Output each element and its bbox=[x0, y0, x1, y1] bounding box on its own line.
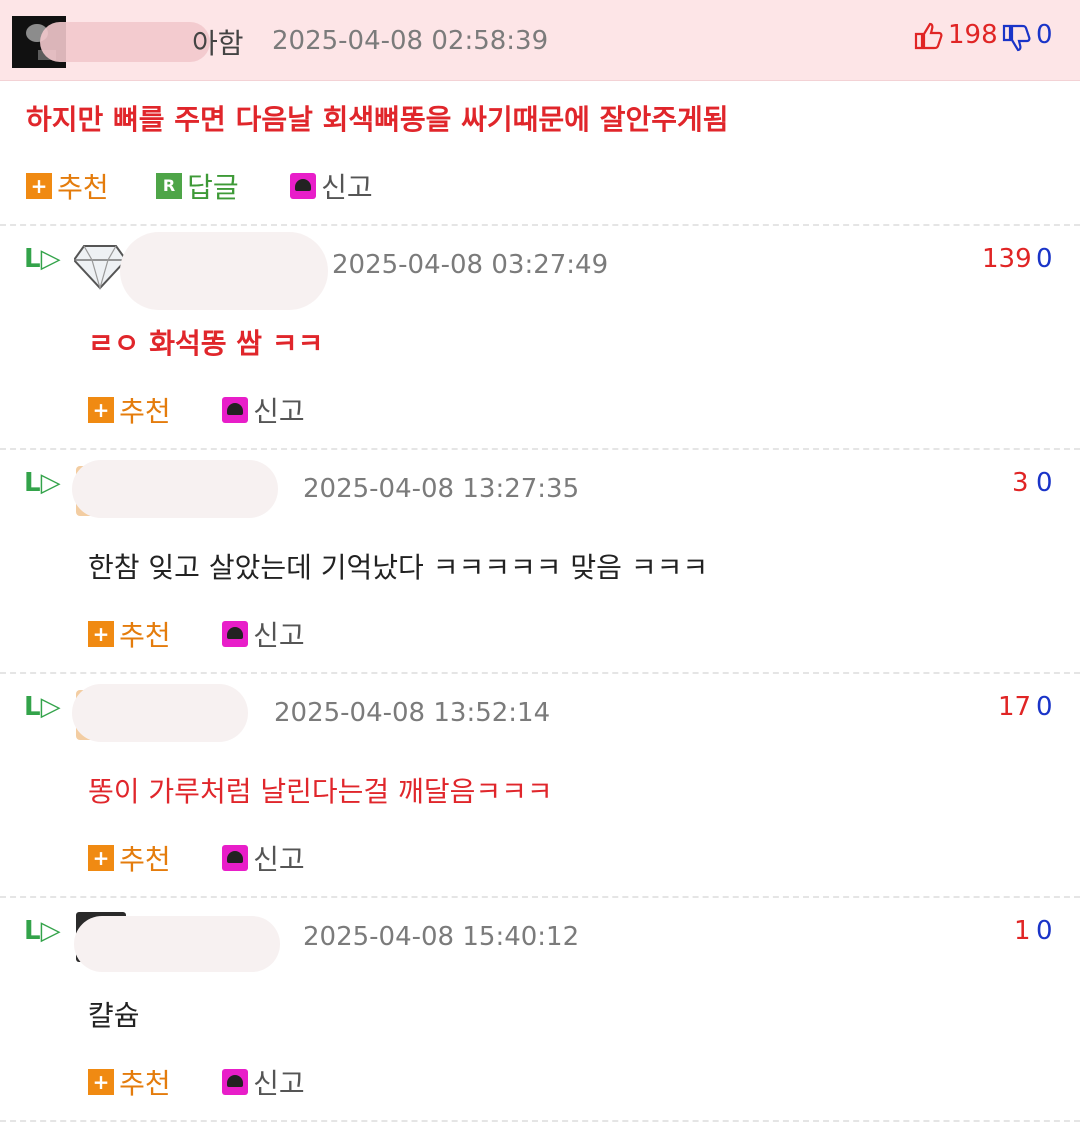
downvote-count: 0 bbox=[1036, 20, 1053, 50]
reply-arrow-icon: L▷ bbox=[24, 692, 61, 722]
plus-icon: + bbox=[26, 173, 52, 199]
reply-arrow-icon: L▷ bbox=[24, 916, 61, 946]
redacted-nickname bbox=[40, 22, 210, 62]
comment-content: 하지만 뼈를 주면 다음날 회색뼈똥을 싸기때문에 잘안주게됨 bbox=[26, 103, 729, 136]
reply-badge-icon: R bbox=[156, 173, 182, 199]
downvote-count: 0 bbox=[1036, 244, 1053, 274]
reply-content: 한참 잊고 살았는데 기억났다 ㅋㅋㅋㅋㅋ 맞음 ㅋㅋㅋ bbox=[88, 551, 709, 584]
redacted-nickname bbox=[74, 916, 280, 972]
timestamp: 2025-04-08 13:52:14 bbox=[274, 698, 551, 728]
upvote-count: 198 bbox=[948, 20, 998, 50]
report-button[interactable]: 신고 bbox=[290, 166, 373, 206]
siren-icon bbox=[222, 845, 248, 871]
plus-icon: + bbox=[88, 1069, 114, 1095]
divider bbox=[0, 672, 1080, 674]
recommend-button[interactable]: + 추천 bbox=[88, 614, 171, 654]
nickname[interactable]: 아함 bbox=[192, 22, 244, 62]
reply-arrow-icon: L▷ bbox=[24, 468, 61, 498]
thumbs-up-icon[interactable] bbox=[912, 20, 944, 56]
upvote-count: 17 bbox=[998, 692, 1032, 722]
siren-icon bbox=[222, 397, 248, 423]
redacted-nickname bbox=[72, 684, 248, 742]
divider bbox=[0, 224, 1080, 226]
downvote-count: 0 bbox=[1036, 916, 1053, 946]
report-button[interactable]: 신고 bbox=[222, 1062, 305, 1102]
reply-content: ㄹㅇ 화석똥 쌈 ㅋㅋ bbox=[88, 327, 324, 360]
avatar[interactable] bbox=[72, 242, 128, 294]
thumbs-down-icon[interactable] bbox=[1000, 22, 1032, 58]
timestamp: 2025-04-08 02:58:39 bbox=[272, 26, 549, 56]
upvote-count: 1 bbox=[1014, 916, 1031, 946]
downvote-count: 0 bbox=[1036, 692, 1053, 722]
timestamp: 2025-04-08 13:27:35 bbox=[303, 474, 580, 504]
divider bbox=[0, 448, 1080, 450]
reply-content: 똥이 가루처럼 날린다는걸 깨달음ㅋㅋㅋ bbox=[88, 775, 553, 808]
reply-arrow-icon: L▷ bbox=[24, 244, 61, 274]
upvote-count: 139 bbox=[982, 244, 1032, 274]
divider bbox=[0, 1120, 1080, 1122]
report-button[interactable]: 신고 bbox=[222, 838, 305, 878]
plus-icon: + bbox=[88, 621, 114, 647]
plus-icon: + bbox=[88, 397, 114, 423]
recommend-button[interactable]: + 추천 bbox=[88, 1062, 171, 1102]
downvote-count: 0 bbox=[1036, 468, 1053, 498]
recommend-button[interactable]: + 추천 bbox=[88, 838, 171, 878]
siren-icon bbox=[222, 1069, 248, 1095]
divider bbox=[0, 896, 1080, 898]
reply-button[interactable]: R 답글 bbox=[156, 166, 239, 206]
report-button[interactable]: 신고 bbox=[222, 390, 305, 430]
redacted-nickname bbox=[120, 232, 328, 310]
upvote-count: 3 bbox=[1012, 468, 1029, 498]
report-button[interactable]: 신고 bbox=[222, 614, 305, 654]
recommend-button[interactable]: + 추천 bbox=[88, 390, 171, 430]
timestamp: 2025-04-08 03:27:49 bbox=[332, 250, 609, 280]
recommend-button[interactable]: + 추천 bbox=[26, 166, 109, 206]
reply-content: 캴슘 bbox=[88, 999, 140, 1032]
plus-icon: + bbox=[88, 845, 114, 871]
siren-icon bbox=[222, 621, 248, 647]
siren-icon bbox=[290, 173, 316, 199]
redacted-nickname bbox=[72, 460, 278, 518]
timestamp: 2025-04-08 15:40:12 bbox=[303, 922, 580, 952]
